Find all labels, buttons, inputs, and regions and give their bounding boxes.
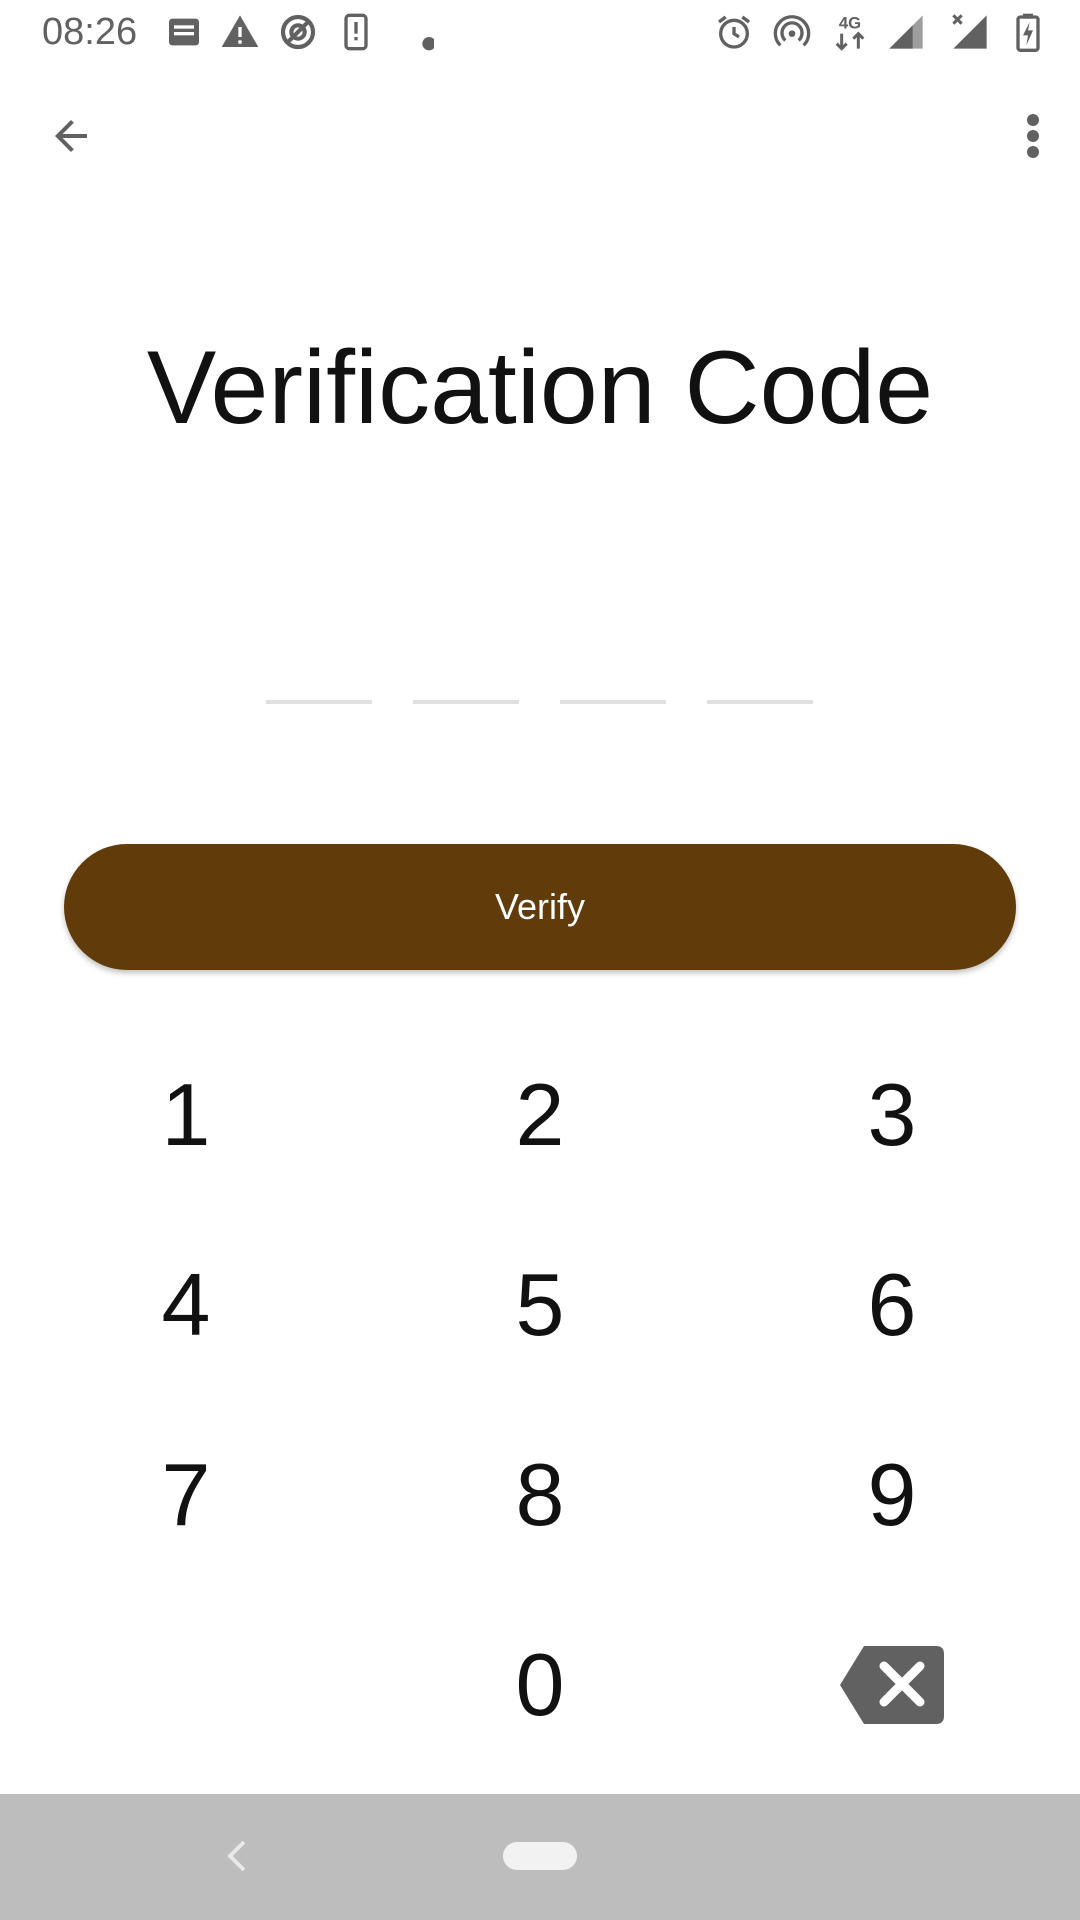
nav-back-icon — [227, 1840, 246, 1872]
key-9[interactable]: 9 — [782, 1420, 1002, 1570]
navigation-bar — [0, 1794, 1080, 1920]
dot-icon — [394, 12, 434, 52]
home-pill-icon[interactable] — [503, 1842, 577, 1870]
network-4g-icon: 4G — [830, 12, 870, 52]
key-7[interactable]: 7 — [76, 1420, 296, 1570]
code-input[interactable] — [266, 660, 814, 704]
more-options-button[interactable] — [1006, 104, 1060, 168]
verify-button[interactable]: Verify — [64, 844, 1016, 970]
code-slot-1[interactable] — [266, 660, 372, 704]
numeric-keypad: 1 2 3 4 5 6 7 8 9 0 — [0, 1018, 1080, 1778]
key-5[interactable]: 5 — [430, 1230, 650, 1380]
backspace-button[interactable] — [782, 1610, 1002, 1760]
battery-charging-icon — [1008, 12, 1048, 52]
blocked-sync-icon — [278, 12, 318, 52]
svg-text:4G: 4G — [839, 14, 861, 33]
alarm-icon — [714, 12, 754, 52]
arrow-back-icon — [55, 120, 87, 152]
key-3[interactable]: 3 — [782, 1040, 1002, 1190]
signal-icon — [886, 12, 926, 52]
app-bar — [0, 90, 1080, 180]
page-title: Verification Code — [146, 330, 934, 446]
backspace-icon — [840, 1646, 944, 1724]
key-8[interactable]: 8 — [430, 1420, 650, 1570]
nav-back-button[interactable] — [210, 1828, 262, 1884]
code-slot-2[interactable] — [413, 660, 519, 704]
device-alert-icon — [336, 12, 376, 52]
key-4[interactable]: 4 — [76, 1230, 296, 1380]
signal-no-data-icon — [950, 12, 990, 52]
code-slot-3[interactable] — [560, 660, 666, 704]
message-icon — [164, 12, 204, 52]
more-vert-icon — [1027, 114, 1039, 158]
warning-icon — [220, 12, 260, 52]
key-2[interactable]: 2 — [430, 1040, 650, 1190]
status-bar: 08:26 4G — [0, 0, 1080, 64]
key-6[interactable]: 6 — [782, 1230, 1002, 1380]
back-button[interactable] — [36, 104, 106, 168]
key-0[interactable]: 0 — [430, 1610, 650, 1760]
code-slot-4[interactable] — [707, 660, 813, 704]
key-1[interactable]: 1 — [76, 1040, 296, 1190]
status-time: 08:26 — [42, 11, 138, 53]
hotspot-icon — [772, 12, 812, 52]
